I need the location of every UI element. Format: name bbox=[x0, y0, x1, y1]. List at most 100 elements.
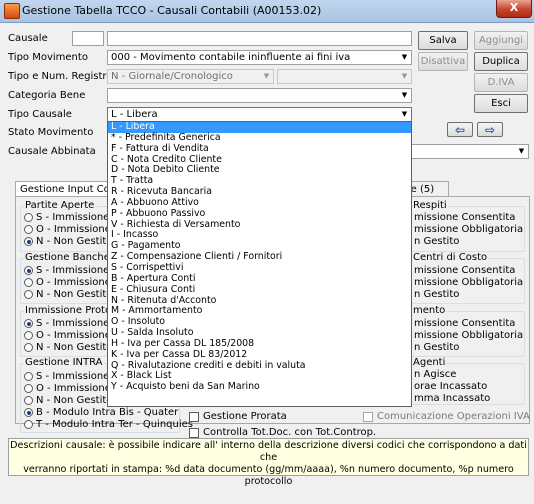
dropdown-option[interactable]: E - Chiusura Conti bbox=[108, 284, 411, 296]
respiti-option-n[interactable]: n Gestito bbox=[414, 236, 459, 247]
dropdown-option[interactable]: F - Fattura di Vendita bbox=[108, 143, 411, 155]
title-bar: Gestione Tabella TCCO - Causali Contabil… bbox=[0, 0, 534, 23]
gestione-banche-option-n[interactable]: N - Non Gestito bbox=[24, 289, 112, 300]
radio-icon bbox=[24, 213, 33, 222]
checkbox-label: Controlla Tot.Doc. con Tot.Controp. bbox=[203, 427, 377, 438]
causale-code-input[interactable] bbox=[72, 31, 104, 46]
centri-di-costo-title: Centri di Costo bbox=[412, 252, 489, 263]
tipo-causale-value: L - Libera bbox=[111, 109, 158, 120]
chevron-down-icon: ▼ bbox=[518, 147, 525, 155]
disattiva-button[interactable]: Disattiva bbox=[418, 52, 468, 71]
radio-icon bbox=[24, 225, 33, 234]
causale-label: Causale bbox=[8, 33, 48, 44]
diva-button[interactable]: D.IVA bbox=[474, 73, 528, 92]
window-title: Gestione Tabella TCCO - Causali Contabil… bbox=[22, 4, 322, 17]
dropdown-option[interactable]: Y - Acquisto beni da San Marino bbox=[108, 381, 411, 393]
centri-di-costo-option-s[interactable]: missione Consentita bbox=[414, 265, 515, 276]
third-right-option-s[interactable]: missione Consentita bbox=[414, 318, 515, 329]
esci-label: Esci bbox=[491, 98, 511, 109]
diva-label: D.IVA bbox=[487, 77, 515, 88]
categoria-bene-select[interactable]: ▼ bbox=[107, 88, 412, 103]
gestione-intra-option-b[interactable]: B - Modulo Intra Bis - Quater bbox=[24, 407, 178, 418]
option-label: T - Modulo Intra Ter - Quinquies bbox=[36, 419, 193, 430]
radio-icon bbox=[24, 278, 33, 287]
radio-icon bbox=[24, 420, 33, 429]
gestione-intra-title: Gestione INTRA bbox=[24, 357, 104, 368]
chevron-down-icon: ▼ bbox=[401, 72, 408, 80]
radio-icon bbox=[24, 372, 33, 381]
tipo-causale-dropdown-list: L - Libera * - Predefinita Generica F - Fa… bbox=[107, 121, 412, 407]
radio-icon bbox=[24, 396, 33, 405]
arrow-left-icon: ⇦ bbox=[454, 122, 466, 137]
agenti-option-3[interactable]: mma Incassato bbox=[414, 393, 490, 404]
checkbox-icon bbox=[189, 427, 199, 438]
next-record-button[interactable]: ⇨ bbox=[477, 122, 503, 137]
descrizioni-hint: Descrizioni causale: è possibile indicar… bbox=[8, 438, 529, 487]
hint-line-1: Descrizioni causale: è possibile indicar… bbox=[10, 440, 527, 463]
salva-label: Salva bbox=[429, 35, 457, 46]
radio-selected-icon bbox=[24, 319, 33, 328]
aggiungi-button[interactable]: Aggiungi bbox=[474, 31, 528, 50]
option-label: B - Modulo Intra Bis - Quater bbox=[36, 407, 179, 418]
radio-selected-icon bbox=[24, 237, 33, 246]
controlla-tot-checkbox[interactable]: Controlla Tot.Doc. con Tot.Controp. bbox=[189, 427, 376, 438]
app-icon bbox=[4, 3, 20, 19]
causale-abbinata-label: Causale Abbinata bbox=[8, 146, 96, 157]
comunicazione-iva-checkbox[interactable]: Comunicazione Operazioni IVA bbox=[363, 411, 530, 422]
chevron-down-icon: ▼ bbox=[401, 53, 408, 61]
tipo-movimento-label: Tipo Movimento bbox=[8, 52, 88, 63]
third-right-title: mento bbox=[412, 305, 447, 316]
dropdown-option[interactable]: D - Nota Debito Cliente bbox=[108, 165, 411, 176]
tipo-causale-select[interactable]: L - Libera ▼ bbox=[107, 107, 412, 122]
agenti-option-1[interactable]: n Agisce bbox=[414, 369, 456, 380]
gestione-intra-option-t[interactable]: T - Modulo Intra Ter - Quinquies bbox=[24, 419, 193, 430]
checkbox-label: Comunicazione Operazioni IVA bbox=[377, 411, 530, 422]
centri-di-costo-option-o[interactable]: missione Obbligatoria bbox=[414, 277, 523, 288]
tipo-movimento-value: 000 - Movimento contabile ininfluente ai… bbox=[111, 52, 351, 63]
checkbox-icon bbox=[189, 411, 199, 422]
gestione-intra-option-n[interactable]: N - Non Gestito bbox=[24, 395, 112, 406]
checkbox-icon bbox=[363, 411, 373, 422]
duplica-label: Duplica bbox=[482, 56, 520, 67]
numero-registro-select[interactable]: ▼ bbox=[277, 69, 412, 84]
arrow-right-icon: ⇨ bbox=[484, 122, 496, 137]
aggiungi-label: Aggiungi bbox=[478, 35, 524, 46]
radio-icon bbox=[24, 290, 33, 299]
partite-aperte-option-n[interactable]: N - Non Gestito bbox=[24, 236, 112, 247]
hint-line-2: verranno riportati in stampa: %d data do… bbox=[23, 464, 514, 487]
dropdown-option[interactable]: P - Abbuono Passivo bbox=[108, 208, 411, 220]
partite-aperte-title: Partite Aperte bbox=[24, 200, 96, 211]
close-button[interactable]: X bbox=[496, 0, 532, 18]
tipo-movimento-select[interactable]: 000 - Movimento contabile ininfluente ai… bbox=[107, 50, 412, 65]
option-label: N - Non Gestito bbox=[36, 342, 113, 353]
radio-icon bbox=[24, 384, 33, 393]
chevron-down-icon: ▼ bbox=[401, 110, 408, 118]
previous-record-button[interactable]: ⇦ bbox=[447, 122, 473, 137]
checkbox-label: Gestione Prorata bbox=[203, 411, 287, 422]
immissione-protocollo-option-n[interactable]: N - Non Gestito bbox=[24, 342, 112, 353]
salva-button[interactable]: Salva bbox=[418, 31, 468, 50]
tipo-registro-value: N - Giornale/Cronologico bbox=[111, 71, 233, 82]
third-right-option-n[interactable]: n Gestito bbox=[414, 342, 459, 353]
duplica-button[interactable]: Duplica bbox=[474, 52, 528, 71]
gestione-prorata-checkbox[interactable]: Gestione Prorata bbox=[189, 411, 287, 422]
option-label: N - Non Gestito bbox=[36, 395, 113, 406]
radio-icon bbox=[24, 331, 33, 340]
tipo-registro-select[interactable]: N - Giornale/Cronologico ▼ bbox=[107, 69, 274, 84]
causale-description-input[interactable] bbox=[107, 31, 412, 46]
centri-di-costo-option-n[interactable]: n Gestito bbox=[414, 289, 459, 300]
respiti-option-s[interactable]: missione Consentita bbox=[414, 212, 515, 223]
esci-button[interactable]: Esci bbox=[474, 94, 528, 113]
chevron-down-icon: ▼ bbox=[401, 91, 408, 99]
respiti-option-o[interactable]: missione Obbligatoria bbox=[414, 224, 523, 235]
tab-gestione-input-comuni[interactable]: Gestione Input Comuni bbox=[15, 181, 135, 197]
agenti-option-2[interactable]: orae Incassato bbox=[414, 381, 487, 392]
option-label: N - Non Gestito bbox=[36, 236, 113, 247]
dropdown-option[interactable]: K - Iva per Cassa DL 83/2012 bbox=[108, 349, 411, 361]
agenti-title: Agenti bbox=[412, 357, 447, 368]
third-right-option-o[interactable]: missione Obbligatoria bbox=[414, 330, 523, 341]
stato-movimento-label: Stato Movimento bbox=[8, 127, 94, 138]
radio-selected-icon bbox=[24, 266, 33, 275]
gestione-banche-title: Gestione Banche bbox=[24, 252, 111, 263]
disattiva-label: Disattiva bbox=[420, 56, 466, 67]
